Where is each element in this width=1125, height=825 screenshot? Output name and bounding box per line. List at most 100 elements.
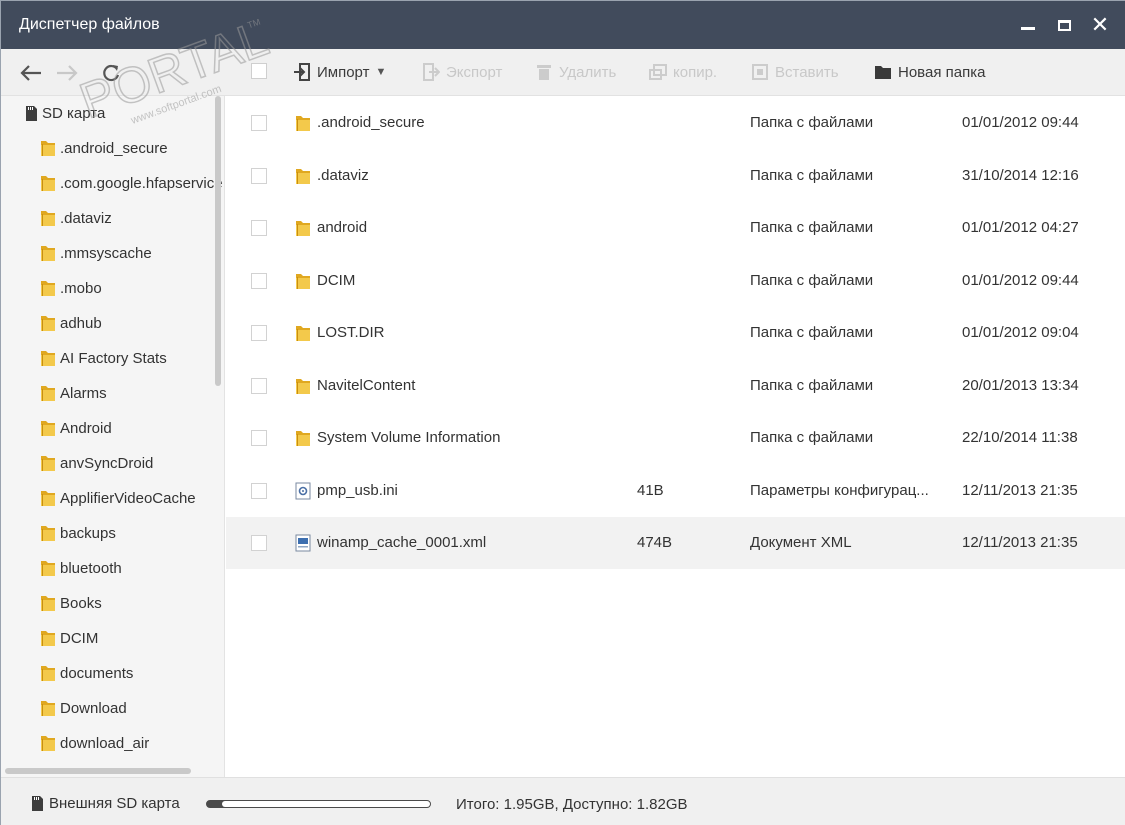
sidebar-item[interactable]: anvSyncDroid [39, 452, 153, 474]
sidebar-item[interactable]: .com.google.hfapservice [39, 172, 223, 194]
folder-icon [39, 454, 57, 472]
sidebar-root-sd-card[interactable]: SD карта [25, 102, 105, 124]
file-type: Документ XML [750, 534, 852, 551]
file-date: 01/01/2012 09:04 [962, 324, 1079, 341]
forward-button[interactable] [53, 59, 81, 87]
import-button[interactable]: Импорт ▼ [293, 61, 386, 83]
sidebar-item-label: Books [60, 594, 102, 612]
file-row[interactable]: NavitelContent Папка с файлами 20/01/2013 … [226, 360, 1125, 412]
row-checkbox[interactable] [251, 482, 267, 499]
file-date: 31/10/2014 12:16 [962, 166, 1079, 184]
file-row[interactable]: .dataviz Папка с файлами 31/10/2014 12:16 [226, 150, 1125, 202]
new-folder-button[interactable]: Новая папка [874, 61, 985, 83]
maximize-icon [1057, 19, 1071, 31]
file-icon [294, 219, 312, 237]
row-checkbox[interactable] [251, 167, 267, 184]
file-icon [294, 167, 312, 185]
select-all-checkbox[interactable] [251, 63, 267, 79]
folder-icon [874, 63, 892, 81]
sidebar-item[interactable]: .mobo [39, 277, 102, 299]
sidebar-item[interactable]: bluetooth [39, 557, 122, 579]
folder-icon [39, 699, 57, 717]
file-row[interactable]: winamp_cache_0001.xml 474B Документ XML 12/… [226, 517, 1125, 569]
folder-glyph [41, 281, 55, 296]
folder-glyph [41, 561, 55, 576]
file-icon [294, 482, 312, 500]
refresh-icon [103, 64, 120, 82]
file-type: Папка с файлами [750, 376, 874, 394]
folder-glyph [41, 526, 55, 541]
file-row[interactable]: .android_secure Папка с файлами 01/01/2012… [226, 97, 1125, 149]
sidebar-item[interactable]: Download [39, 697, 127, 719]
folder-glyph [41, 386, 55, 401]
row-checkbox[interactable] [251, 325, 267, 341]
file-type: Папка с файлами [750, 114, 874, 131]
folder-icon [296, 221, 310, 236]
file-list: .android_secure Папка с файлами 01/01/2012… [226, 96, 1125, 777]
sidebar-item[interactable]: Alarms [39, 382, 107, 404]
row-checkbox[interactable] [251, 272, 267, 289]
file-date: 12/11/2013 21:35 [962, 534, 1078, 551]
paste-button[interactable]: Вставить [751, 61, 839, 83]
sidebar-item[interactable]: .android_secure [39, 137, 168, 159]
refresh-button[interactable] [97, 59, 125, 87]
file-name: NavitelContent [317, 376, 416, 394]
row-checkbox[interactable] [251, 535, 267, 551]
row-checkbox[interactable] [251, 115, 267, 131]
sidebar-item-label: Download [60, 699, 127, 717]
xml-file-icon [295, 534, 311, 552]
sidebar-root-label: SD карта [42, 104, 106, 122]
export-button[interactable]: Экспорт [422, 61, 502, 83]
delete-button[interactable]: Удалить [535, 61, 616, 83]
file-icon [294, 114, 312, 132]
file-row[interactable]: android Папка с файлами 01/01/2012 04:27 [226, 202, 1125, 254]
file-row[interactable]: System Volume Information Папка с файлами… [226, 412, 1125, 464]
sidebar-item[interactable]: adhub [39, 312, 102, 334]
sidebar-item[interactable]: DCIM [39, 627, 98, 649]
file-size: 41B [637, 481, 664, 499]
file-icon [294, 324, 312, 342]
sidebar-item-label: bluetooth [60, 559, 122, 577]
back-button[interactable] [17, 59, 45, 87]
file-row[interactable]: pmp_usb.ini 41B Параметры конфигурац... 12/… [226, 465, 1125, 517]
sidebar-item[interactable]: download_air [39, 732, 149, 754]
import-icon [293, 63, 311, 81]
maximize-button[interactable] [1046, 1, 1082, 49]
sidebar-item[interactable]: backups [39, 522, 116, 544]
sidebar-horizontal-scrollbar[interactable] [5, 768, 191, 774]
sidebar-item[interactable]: .mmsyscache [39, 242, 152, 264]
file-icon [294, 534, 312, 552]
sidebar-item[interactable]: ApplifierVideoCache [39, 487, 196, 509]
sidebar-item[interactable]: Books [39, 592, 102, 614]
minimize-button[interactable] [1010, 1, 1046, 49]
external-sd-label: Внешняя SD карта [31, 795, 180, 812]
file-date: 12/11/2013 21:35 [962, 481, 1078, 499]
delete-label: Удалить [559, 63, 617, 81]
copy-button[interactable]: копир. [649, 61, 717, 83]
storage-usage-bar [206, 800, 431, 808]
folder-glyph [41, 176, 55, 191]
file-row[interactable]: DCIM Папка с файлами 01/01/2012 09:44 [226, 255, 1125, 307]
row-checkbox[interactable] [251, 377, 267, 394]
sd-label-text: Внешняя SD карта [49, 795, 180, 812]
sidebar-vertical-scrollbar[interactable] [215, 96, 221, 386]
sidebar-item-label: AI Factory Stats [60, 349, 167, 367]
sidebar-item-label: .android_secure [60, 139, 168, 157]
folder-glyph [41, 666, 55, 681]
file-icon [294, 377, 312, 395]
sidebar-item[interactable]: .dataviz [39, 207, 112, 229]
title-bar: Диспетчер файлов ✕ [1, 1, 1125, 49]
folder-icon [39, 489, 57, 507]
folder-icon [39, 209, 57, 227]
folder-icon [296, 326, 310, 341]
row-checkbox[interactable] [251, 430, 267, 446]
sidebar-item[interactable]: Android [39, 417, 112, 439]
sidebar-item[interactable]: AI Factory Stats [39, 347, 167, 369]
storage-usage-unused [221, 801, 430, 807]
sidebar-item[interactable]: documents [39, 662, 133, 684]
row-checkbox[interactable] [251, 220, 267, 236]
copy-label: копир. [673, 63, 718, 81]
file-row[interactable]: LOST.DIR Папка с файлами 01/01/2012 09:04 [226, 307, 1125, 359]
close-button[interactable]: ✕ [1082, 1, 1118, 49]
folder-glyph [41, 211, 55, 226]
